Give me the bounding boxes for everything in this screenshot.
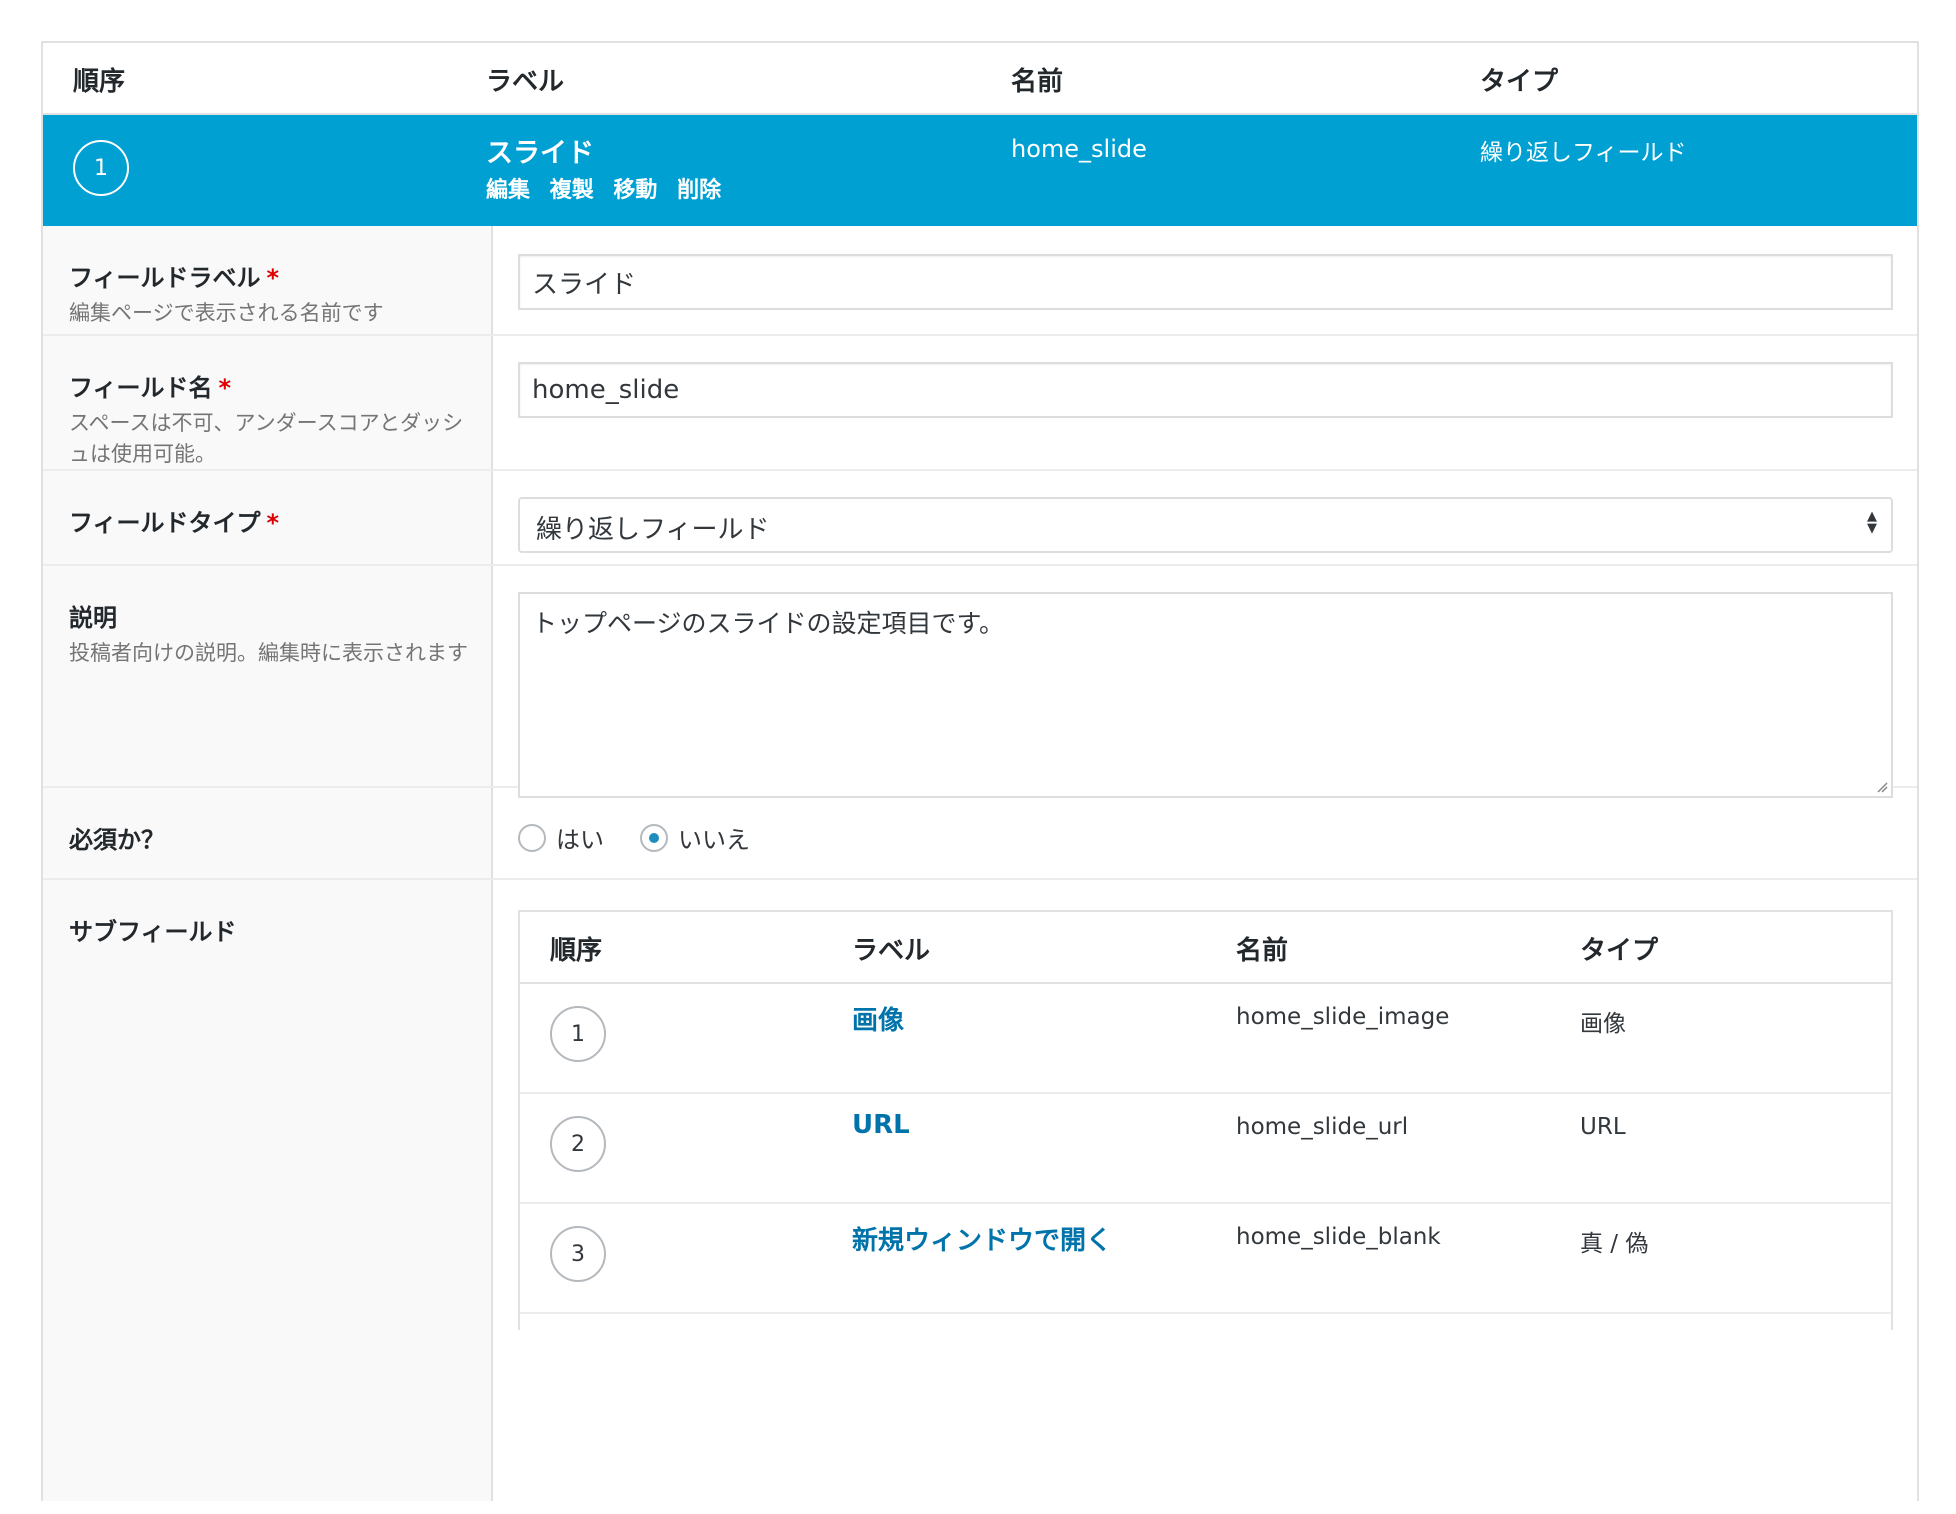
- setting-label: フィールド名 *: [69, 368, 231, 403]
- field-order-handle[interactable]: 1: [73, 140, 129, 196]
- sub-field-row[interactable]: 1 画像 home_slide_image 画像: [520, 984, 1891, 1094]
- field-row-actions: 編集 複製 移動 削除: [486, 172, 733, 204]
- setting-label-cell: 説明 投稿者向けの説明。編集時に表示されます: [43, 566, 493, 786]
- setting-label-text: フィールドラベル: [69, 264, 261, 292]
- setting-label-cell: サブフィールド: [43, 880, 493, 1501]
- field-row-selected[interactable]: 1 スライド 編集 複製 移動 削除 home_slide 繰り返しフィールド: [43, 115, 1917, 226]
- sub-field-order-handle[interactable]: 3: [550, 1226, 606, 1282]
- delete-field-link[interactable]: 削除: [677, 178, 721, 203]
- edit-field-link[interactable]: 編集: [486, 178, 530, 203]
- setting-label-cell: フィールド名 * スペースは不可、アンダースコアとダッシュは使用可能。: [43, 336, 493, 469]
- setting-value-cell: [518, 362, 1893, 418]
- required-mark: *: [218, 374, 232, 402]
- fields-panel: 順序 ラベル 名前 タイプ 1 スライド 編集 複製 移動 削除 home_sl…: [41, 41, 1919, 1501]
- sub-header-order: 順序: [550, 936, 603, 966]
- sub-field-label-link[interactable]: 新規ウィンドウで開く: [852, 1220, 1112, 1257]
- setting-label-cell: フィールドラベル * 編集ページで表示される名前です: [43, 226, 493, 334]
- sub-header-type: タイプ: [1580, 936, 1659, 966]
- setting-row-field-type: フィールドタイプ * 繰り返しフィールド ▲ ▼: [43, 471, 1917, 566]
- instructions-textarea[interactable]: トップページのスライドの設定項目です。: [518, 592, 1893, 798]
- sub-field-row[interactable]: 3 新規ウィンドウで開く home_slide_blank 真 / 偽: [520, 1204, 1891, 1314]
- setting-value-cell: はい いいえ: [518, 820, 1893, 855]
- sub-header-name: 名前: [1236, 936, 1289, 966]
- setting-label-text: フィールドタイプ: [69, 509, 261, 537]
- fields-table-header: 順序 ラベル 名前 タイプ: [43, 43, 1917, 115]
- header-name: 名前: [1011, 67, 1064, 97]
- required-no-option[interactable]: いいえ: [640, 820, 750, 855]
- required-mark: *: [266, 509, 280, 537]
- setting-label: フィールドラベル *: [69, 258, 279, 293]
- field-settings: フィールドラベル* 編集ページで表示される名前です フィールド名* スペースは不…: [43, 226, 1917, 1501]
- sub-field-type: 画像: [1580, 1011, 1626, 1037]
- setting-row-field-label: フィールドラベル * 編集ページで表示される名前です: [43, 226, 1917, 336]
- sub-field-type: 真 / 偽: [1580, 1231, 1649, 1257]
- required-yes-option[interactable]: はい: [518, 820, 604, 855]
- sub-field-row[interactable]: 2 URL home_slide_url URL: [520, 1094, 1891, 1204]
- setting-description: スペースは不可、アンダースコアとダッシュは使用可能。: [69, 411, 464, 466]
- setting-row-required: 必須か？ はい いいえ: [43, 788, 1917, 880]
- field-name-value: home_slide: [1011, 135, 1147, 163]
- sub-field-label-link[interactable]: 画像: [852, 1000, 904, 1037]
- header-label: ラベル: [486, 67, 565, 97]
- setting-value-cell: トップページのスライドの設定項目です。: [518, 592, 1893, 798]
- setting-label: 必須か？: [69, 826, 165, 854]
- sub-field-order-handle[interactable]: 2: [550, 1116, 606, 1172]
- sub-field-name: home_slide_url: [1236, 1114, 1409, 1140]
- duplicate-field-link[interactable]: 複製: [550, 178, 594, 203]
- setting-label-text: フィールド名: [69, 374, 213, 402]
- sub-field-type: URL: [1580, 1114, 1626, 1140]
- setting-label: フィールドタイプ *: [69, 503, 279, 538]
- sub-fields-table: 順序 ラベル 名前 タイプ 1 画像 home_slide_image 画像 2…: [518, 910, 1893, 1330]
- radio-yes-label: はい: [556, 826, 604, 854]
- required-radio-group: はい いいえ: [518, 820, 1893, 855]
- setting-label: サブフィールド: [69, 918, 237, 946]
- setting-label-cell: フィールドタイプ *: [43, 471, 493, 564]
- setting-description: 編集ページで表示される名前です: [69, 301, 384, 325]
- setting-value-cell: 繰り返しフィールド ▲ ▼: [518, 497, 1893, 553]
- field-type-value: 繰り返しフィールド: [1480, 140, 1687, 166]
- sub-field-name: home_slide_image: [1236, 1004, 1450, 1030]
- radio-no[interactable]: [640, 823, 668, 852]
- setting-value-cell: [518, 254, 1893, 310]
- setting-label: 説明: [69, 604, 117, 632]
- header-order: 順序: [73, 67, 126, 97]
- field-label-input[interactable]: [518, 254, 1893, 310]
- field-label-link[interactable]: スライド: [486, 131, 594, 170]
- sub-field-order-handle[interactable]: 1: [550, 1006, 606, 1062]
- move-field-link[interactable]: 移動: [613, 178, 657, 203]
- sub-field-label-link[interactable]: URL: [852, 1110, 910, 1140]
- field-name-input[interactable]: [518, 362, 1893, 418]
- radio-no-label: いいえ: [678, 826, 750, 854]
- setting-row-instructions: 説明 投稿者向けの説明。編集時に表示されます トップページのスライドの設定項目で…: [43, 566, 1917, 798]
- setting-row-field-name: フィールド名 * スペースは不可、アンダースコアとダッシュは使用可能。: [43, 336, 1917, 471]
- sub-header-label: ラベル: [852, 936, 931, 966]
- radio-yes[interactable]: [518, 823, 546, 852]
- sub-fields-header: 順序 ラベル 名前 タイプ: [520, 912, 1891, 984]
- instructions-text: トップページのスライドの設定項目です。: [532, 609, 1005, 638]
- select-updown-icon: ▲ ▼: [1867, 509, 1877, 536]
- field-type-select[interactable]: 繰り返しフィールド ▲ ▼: [518, 497, 1893, 553]
- setting-description: 投稿者向けの説明。編集時に表示されます: [69, 641, 468, 665]
- setting-label-cell: 必須か？: [43, 788, 493, 878]
- field-type-selected: 繰り返しフィールド: [536, 515, 770, 545]
- header-type: タイプ: [1480, 67, 1559, 97]
- sub-field-name: home_slide_blank: [1236, 1224, 1441, 1250]
- setting-row-sub-fields: サブフィールド 順序 ラベル 名前 タイプ 1 画像 home_slide_im…: [43, 880, 1917, 1501]
- required-mark: *: [266, 264, 280, 292]
